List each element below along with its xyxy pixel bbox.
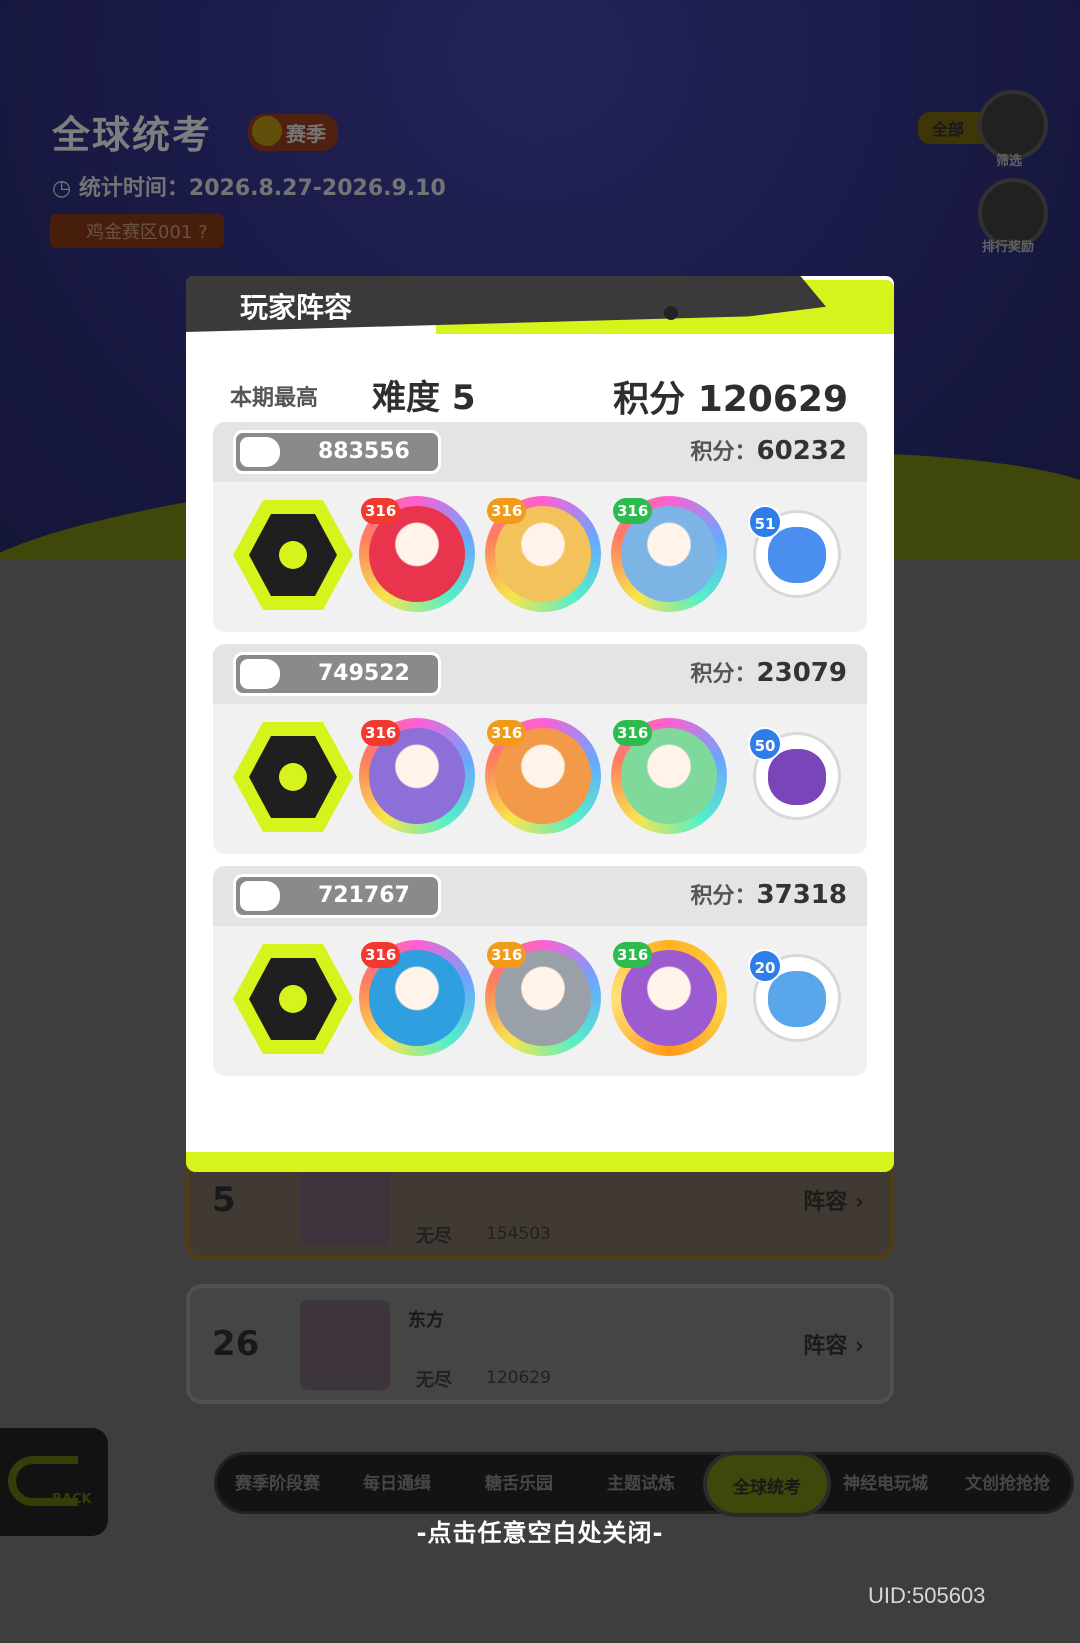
modal-bottom-accent (186, 1152, 894, 1172)
pet-face (768, 749, 826, 805)
team-id-badge: 883556 (233, 430, 441, 474)
score-label: 积分： (690, 662, 757, 687)
hero-portrait[interactable]: 316 (611, 940, 727, 1056)
team-card-header: 721767 积分：37318 (213, 866, 867, 926)
hero-portrait[interactable]: 316 (359, 496, 475, 612)
team-emblem-icon[interactable] (233, 944, 353, 1054)
team-card: 883556 积分：60232 316 316 316 51 (213, 422, 867, 632)
score-value: 23079 (756, 658, 847, 688)
pet-face (768, 527, 826, 583)
hero-portrait[interactable]: 316 (485, 718, 601, 834)
emblem-core (279, 541, 307, 569)
pet-level-badge: 20 (748, 949, 782, 983)
player-lineup-modal: 玩家阵容 本期最高 难度 5 积分 120629 883556 积分：60232 3… (186, 276, 894, 1172)
hero-portrait[interactable]: 316 (611, 496, 727, 612)
fist-icon (240, 659, 280, 689)
header-dot (664, 306, 678, 320)
team-card-header: 749522 积分：23079 (213, 644, 867, 704)
emblem-core (279, 763, 307, 791)
team-id: 721767 (318, 883, 410, 908)
team-id: 883556 (318, 439, 410, 464)
pet-face (768, 971, 826, 1027)
score-value: 37318 (756, 880, 847, 910)
best-label: 本期最高 (230, 386, 319, 411)
emblem-inner (249, 736, 337, 818)
emblem-inner (249, 958, 337, 1040)
hero-portrait[interactable]: 316 (485, 940, 601, 1056)
modal-header: 玩家阵容 (186, 276, 894, 336)
pet-portrait[interactable]: 20 (748, 949, 841, 1042)
emblem-inner (249, 514, 337, 596)
emblem-core (279, 985, 307, 1013)
team-score: 积分：23079 (691, 656, 847, 688)
close-hint: -点击任意空白处关闭- (416, 1519, 664, 1547)
best-score: 积分 120629 (613, 379, 848, 420)
hero-level-badge: 316 (487, 720, 527, 746)
modal-title: 玩家阵容 (240, 291, 353, 324)
team-card: 721767 积分：37318 316 316 316 20 (213, 866, 867, 1076)
fist-icon (240, 881, 280, 911)
team-card-header: 883556 积分：60232 (213, 422, 867, 482)
score-label: 积分： (690, 884, 757, 909)
hero-portrait[interactable]: 316 (611, 718, 727, 834)
hero-level-badge: 316 (361, 942, 401, 968)
hero-portrait[interactable]: 316 (485, 496, 601, 612)
team-emblem-icon[interactable] (233, 500, 353, 610)
user-id: UID:505603 (868, 1583, 986, 1608)
hero-level-badge: 316 (613, 720, 653, 746)
hero-level-badge: 316 (613, 942, 653, 968)
best-record: 本期最高 难度 5 积分 120629 (186, 366, 894, 420)
team-score: 积分：37318 (691, 878, 847, 910)
team-emblem-icon[interactable] (233, 722, 353, 832)
hero-portrait[interactable]: 316 (359, 718, 475, 834)
team-card: 749522 积分：23079 316 316 316 50 (213, 644, 867, 854)
pet-level-badge: 50 (748, 727, 782, 761)
team-id: 749522 (318, 661, 410, 686)
pet-portrait[interactable]: 51 (748, 505, 841, 598)
hero-level-badge: 316 (487, 498, 527, 524)
team-id-badge: 749522 (233, 652, 441, 696)
fist-icon (240, 437, 280, 467)
hero-level-badge: 316 (361, 720, 401, 746)
hero-level-badge: 316 (361, 498, 401, 524)
hero-level-badge: 316 (613, 498, 653, 524)
best-difficulty: 难度 5 (372, 378, 476, 418)
team-id-badge: 721767 (233, 874, 441, 918)
pet-level-badge: 51 (748, 505, 782, 539)
team-score: 积分：60232 (691, 434, 847, 466)
pet-portrait[interactable]: 50 (748, 727, 841, 820)
score-value: 60232 (756, 436, 847, 466)
score-label: 积分： (690, 440, 757, 465)
hero-portrait[interactable]: 316 (359, 940, 475, 1056)
hero-level-badge: 316 (487, 942, 527, 968)
